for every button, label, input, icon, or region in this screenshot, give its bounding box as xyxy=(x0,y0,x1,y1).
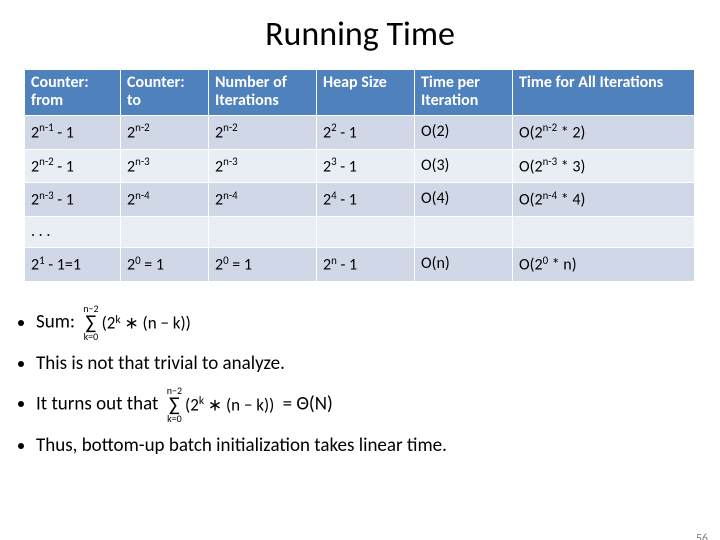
slide: Running Time Counter: from Counter: to N… xyxy=(0,14,720,540)
col-header-iterations: Number of Iterations xyxy=(209,70,317,116)
sum-body: (2k ∗ (n − k)) xyxy=(102,312,191,334)
cell-time-all: O(20 * n) xyxy=(513,248,695,282)
cell-counter-from: 2n-3 - 1 xyxy=(25,183,121,217)
table-row: 2n-2 - 1 2n-3 2n-3 23 - 1 O(3) O(2n-3 * … xyxy=(25,149,695,183)
cell-counter-from: 2n-1 - 1 xyxy=(25,115,121,149)
col-header-counter-to: Counter: to xyxy=(121,70,209,116)
sigma-icon: n−2 ∑ k=0 xyxy=(83,304,98,342)
bullet-conclusion: Thus, bottom-up batch initialization tak… xyxy=(36,434,720,458)
cell-time-per: O(2) xyxy=(415,115,513,149)
cell-heap-size: 24 - 1 xyxy=(317,183,415,217)
sum-body: (2k ∗ (n − k)) xyxy=(185,394,274,416)
bullet-sum: Sum: n−2 ∑ k=0 (2k ∗ (n − k)) xyxy=(36,304,720,342)
cell-iterations: 2n-3 xyxy=(209,149,317,183)
col-header-heap-size: Heap Size xyxy=(317,70,415,116)
cell-heap-size: 22 - 1 xyxy=(317,115,415,149)
cell-time-all: O(2n-3 * 3) xyxy=(513,149,695,183)
col-header-time-per: Time per Iteration xyxy=(415,70,513,116)
bullet-list: Sum: n−2 ∑ k=0 (2k ∗ (n − k)) This is no… xyxy=(36,304,720,458)
cell-time-all: O(2n-2 * 2) xyxy=(513,115,695,149)
cell-counter-from: 2n-2 - 1 xyxy=(25,149,121,183)
table-header-row: Counter: from Counter: to Number of Iter… xyxy=(25,70,695,116)
bullet-not-trivial: This is not that trivial to analyze. xyxy=(36,352,720,376)
cell-iterations: 2n-2 xyxy=(209,115,317,149)
table-row: 21 - 1=1 20 = 1 20 = 1 2n - 1 O(n) O(20 … xyxy=(25,248,695,282)
cell-time-per: O(4) xyxy=(415,183,513,217)
table-row: 2n-3 - 1 2n-4 2n-4 24 - 1 O(4) O(2n-4 * … xyxy=(25,183,695,217)
cell-iterations: 2n-4 xyxy=(209,183,317,217)
cell-counter-to: 20 = 1 xyxy=(121,248,209,282)
cell-iterations: 20 = 1 xyxy=(209,248,317,282)
running-time-table: Counter: from Counter: to Number of Iter… xyxy=(24,69,695,282)
bullet-sum-label: Sum: xyxy=(36,311,79,334)
cell-counter-to: 2n-3 xyxy=(121,149,209,183)
sigma-icon: n−2 ∑ k=0 xyxy=(167,386,182,424)
cell-counter-from: 21 - 1=1 xyxy=(25,248,121,282)
cell-counter-to: 2n-4 xyxy=(121,183,209,217)
col-header-counter-from: Counter: from xyxy=(25,70,121,116)
page-number: 56 xyxy=(696,532,708,540)
table-row: 2n-1 - 1 2n-2 2n-2 22 - 1 O(2) O(2n-2 * … xyxy=(25,115,695,149)
cell-heap-size: 23 - 1 xyxy=(317,149,415,183)
cell-counter-to: 2n-2 xyxy=(121,115,209,149)
cell-ellipsis: . . . xyxy=(25,216,121,247)
bullet-turns-out: It turns out that n−2 ∑ k=0 (2k ∗ (n − k… xyxy=(36,386,720,424)
cell-time-all: O(2n-4 * 4) xyxy=(513,183,695,217)
cell-time-per: O(3) xyxy=(415,149,513,183)
cell-heap-size: 2n - 1 xyxy=(317,248,415,282)
col-header-time-all: Time for All Iterations xyxy=(513,70,695,116)
slide-title: Running Time xyxy=(0,14,720,55)
table-row-ellipsis: . . . xyxy=(25,216,695,247)
cell-time-per: O(n) xyxy=(415,248,513,282)
sum-expression-2: n−2 ∑ k=0 (2k ∗ (n − k)) xyxy=(167,386,275,424)
sum-expression: n−2 ∑ k=0 (2k ∗ (n − k)) xyxy=(83,304,191,342)
